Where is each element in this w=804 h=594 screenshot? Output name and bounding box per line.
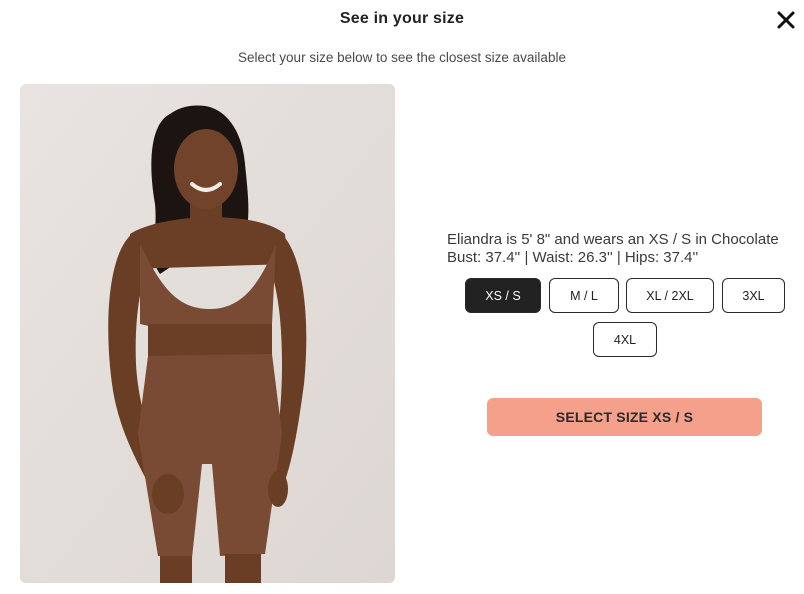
model-illustration <box>20 84 395 583</box>
model-info: Eliandra is 5' 8" and wears an XS / S in… <box>447 231 804 267</box>
size-option-m-l[interactable]: M / L <box>549 278 619 313</box>
modal-title: See in your size <box>339 10 465 27</box>
size-option-4xl[interactable]: 4XL <box>593 322 657 357</box>
size-modal: See in your size Select your size below … <box>0 0 804 594</box>
model-measurements: Bust: 37.4'' | Waist: 26.3'' | Hips: 37.… <box>447 249 699 266</box>
modal-subtitle: Select your size below to see the closes… <box>238 50 566 65</box>
size-option-xs-s[interactable]: XS / S <box>465 278 541 313</box>
size-option-3xl[interactable]: 3XL <box>722 278 785 313</box>
model-photo <box>20 84 395 583</box>
close-icon <box>777 11 795 29</box>
select-size-button[interactable]: SELECT SIZE XS / S <box>487 398 762 436</box>
close-button[interactable] <box>776 10 796 30</box>
model-description: Eliandra is 5' 8" and wears an XS / S in… <box>447 231 779 248</box>
size-option-xl-2xl[interactable]: XL / 2XL <box>626 278 714 313</box>
